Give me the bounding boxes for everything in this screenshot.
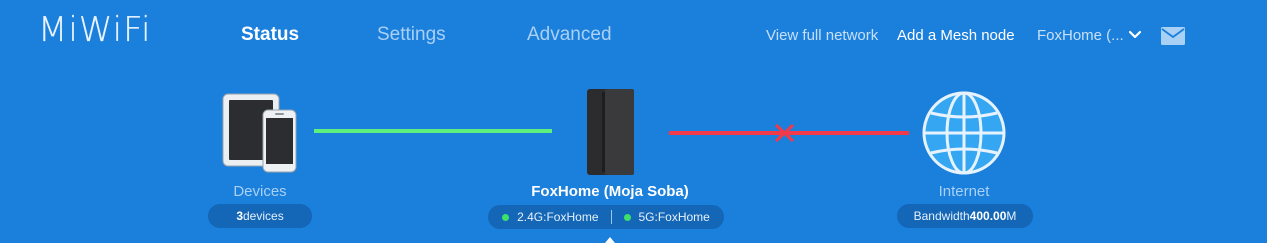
router-bands-pill: 2.4G:FoxHome 5G:FoxHome (488, 205, 724, 229)
mail-icon[interactable] (1161, 26, 1185, 46)
internet-label: Internet (938, 183, 990, 200)
router-name: FoxHome (Moja Soba) (531, 183, 689, 200)
band-5-label: 5G:FoxHome (638, 210, 710, 224)
devices-count-pill[interactable]: 3 devices (208, 204, 312, 228)
bandwidth-prefix: Bandwidth (913, 209, 970, 223)
bandwidth-unit: M (1006, 209, 1017, 223)
globe-icon (922, 91, 1006, 175)
band-5-status-dot (623, 213, 631, 221)
devices-count-suffix: devices (243, 209, 284, 223)
tab-advanced[interactable]: Advanced (527, 24, 612, 46)
bandwidth-pill: Bandwidth 400.00 M (897, 204, 1033, 228)
band-24-status-dot (502, 213, 510, 221)
chevron-down-icon[interactable] (1128, 30, 1142, 40)
bandwidth-value: 400.00 (969, 209, 1007, 223)
router-icon (587, 89, 634, 175)
disconnected-x-icon (774, 123, 795, 143)
devices-label: Devices (233, 183, 287, 200)
add-mesh-node-link[interactable]: Add a Mesh node (897, 27, 1015, 44)
view-full-network-link[interactable]: View full network (766, 27, 878, 44)
router-select[interactable]: FoxHome (... (1037, 27, 1124, 44)
devices-count: 3 (236, 209, 243, 223)
tab-status[interactable]: Status (241, 24, 299, 46)
devices-icon (222, 93, 297, 173)
tab-settings[interactable]: Settings (377, 24, 446, 46)
router-selected-caret (605, 237, 615, 243)
band-separator (610, 210, 612, 224)
miwifi-logo: MiWiFi (38, 10, 152, 50)
band-24-label: 2.4G:FoxHome (517, 210, 599, 224)
